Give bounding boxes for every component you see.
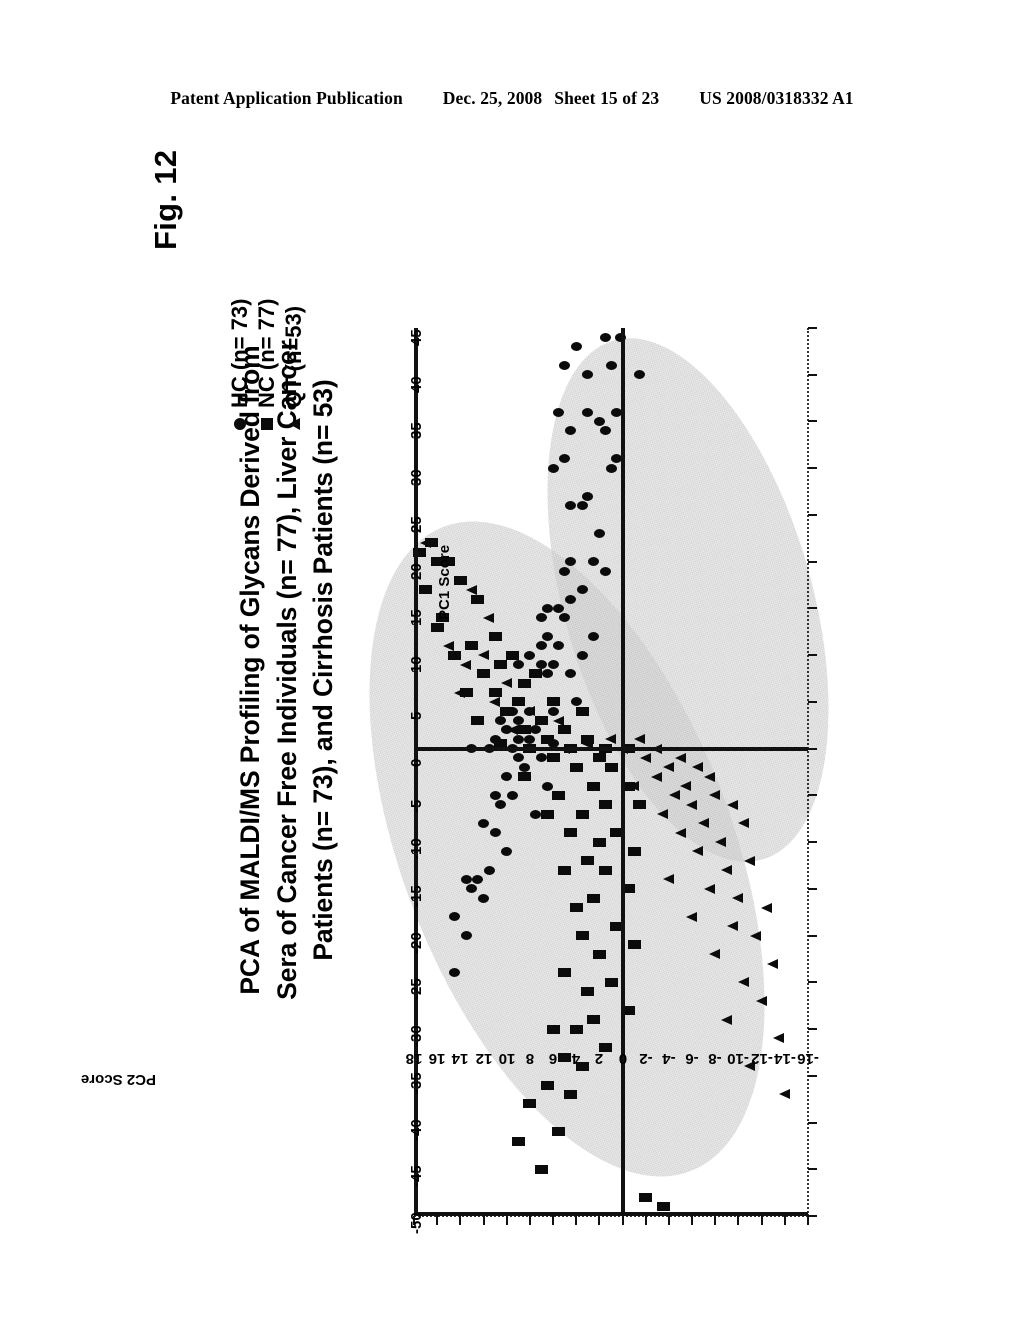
x-axis-tick (808, 841, 817, 844)
y-axis-tick (575, 1216, 578, 1225)
y-axis-tick (528, 1216, 531, 1225)
page-header: Patent Application Publication Dec. 25, … (0, 88, 1024, 109)
y-axis-tick (760, 1216, 763, 1225)
x-axis-tick (808, 700, 817, 703)
x-axis-tick-label: -35 (408, 1072, 425, 1094)
y-axis-tick (691, 1216, 694, 1225)
x-axis-tick-label: 45 (408, 329, 425, 346)
x-axis-tick (808, 607, 817, 610)
x-axis-tick (808, 1121, 817, 1124)
x-axis-tick-label: 30 (408, 469, 425, 487)
x-axis-tick-label: 40 (408, 376, 425, 393)
x-axis-tick (808, 467, 817, 470)
y-axis-tick (436, 1216, 439, 1225)
x-axis-tick (808, 654, 817, 657)
x-axis-tick (808, 794, 817, 797)
y-axis-tick (505, 1216, 508, 1225)
y-axis-tick (667, 1216, 670, 1225)
x-axis-tick-label: -30 (408, 1025, 425, 1048)
y-axis-tick (598, 1216, 601, 1225)
y-axis-tick (482, 1216, 485, 1225)
x-axis-tick-label: 0 (408, 758, 425, 767)
chart-legend: HC (n= 73) NC (n= 77) QT (n=53) (227, 298, 306, 432)
x-axis-tick (808, 373, 817, 376)
y-axis-tick (459, 1216, 462, 1225)
x-axis-tick-label: -25 (408, 978, 425, 1001)
y-axis-tick (807, 1216, 809, 1225)
x-axis-tick-label: 10 (408, 656, 425, 674)
y-axis-tick (644, 1216, 647, 1225)
triangle-marker-icon (288, 417, 300, 432)
y-axis-tick (714, 1216, 717, 1225)
x-axis-tick (808, 420, 817, 423)
x-axis-tick-label: 15 (408, 609, 425, 627)
x-axis-title: PC1 Score (436, 544, 453, 620)
scatter-plot (289, 306, 882, 1231)
circle-marker-icon (234, 417, 246, 432)
x-axis-tick-label: -5 (408, 800, 425, 814)
square-marker-icon (261, 417, 273, 432)
legend-item-qt: QT (n=53) (281, 299, 306, 432)
x-axis-tick (808, 1168, 817, 1171)
y-axis-tick (621, 1216, 624, 1225)
x-axis-tick (808, 934, 817, 937)
x-axis-tick-label: 35 (408, 422, 425, 440)
plot-frame (414, 328, 808, 1216)
figure-label: Fig. 12 (148, 149, 183, 250)
legend-item-nc: NC (n= 77) (254, 298, 279, 432)
x-axis-tick (808, 981, 817, 984)
x-axis-tick (808, 1028, 817, 1031)
y-axis-tick (737, 1216, 740, 1225)
y-axis-tick (552, 1216, 555, 1225)
y-axis-title: PC2 Score (80, 1071, 156, 1088)
x-axis-tick-label: 20 (408, 562, 425, 580)
x-axis-tick-label: -10 (408, 838, 425, 861)
header-publication: Patent Application Publication (170, 88, 403, 108)
legend-item-hc: HC (n= 73) (227, 298, 252, 432)
legend-label-hc: HC (n= 73) (227, 298, 252, 408)
x-axis-tick (808, 1215, 817, 1217)
legend-label-nc: NC (n= 77) (254, 298, 279, 408)
x-axis-tick (808, 560, 817, 563)
x-axis-tick (808, 887, 817, 890)
x-axis-tick-label: -45 (408, 1165, 425, 1188)
x-axis-tick-label: 25 (408, 516, 425, 533)
x-axis-tick-label: 5 (408, 711, 425, 720)
x-axis-tick (808, 1074, 817, 1077)
x-axis-tick (808, 513, 817, 516)
figure-container: Fig. 12 PCA of MALDI/MS Profiling of Gly… (0, 149, 1024, 1234)
y-axis-tick-label: -16 (797, 1050, 819, 1067)
header-sheet: Sheet 15 of 23 (554, 88, 660, 108)
x-axis-tick-label: -15 (408, 885, 425, 907)
x-axis-tick-label: -20 (408, 931, 425, 954)
x-axis-tick-label: -50 (408, 1212, 425, 1234)
y-axis-tick (783, 1216, 786, 1225)
x-axis-tick (808, 327, 817, 329)
header-date: Dec. 25, 2008 (442, 88, 543, 108)
x-axis-tick (808, 747, 817, 750)
header-publication-number: US 2008/0318332 A1 (699, 88, 854, 108)
chart-title-line-3: Patients (n= 73), and Cirrhosis Patients… (308, 379, 339, 961)
legend-label-qt: QT (n=53) (281, 305, 306, 408)
x-axis-tick-label: -40 (408, 1118, 425, 1141)
